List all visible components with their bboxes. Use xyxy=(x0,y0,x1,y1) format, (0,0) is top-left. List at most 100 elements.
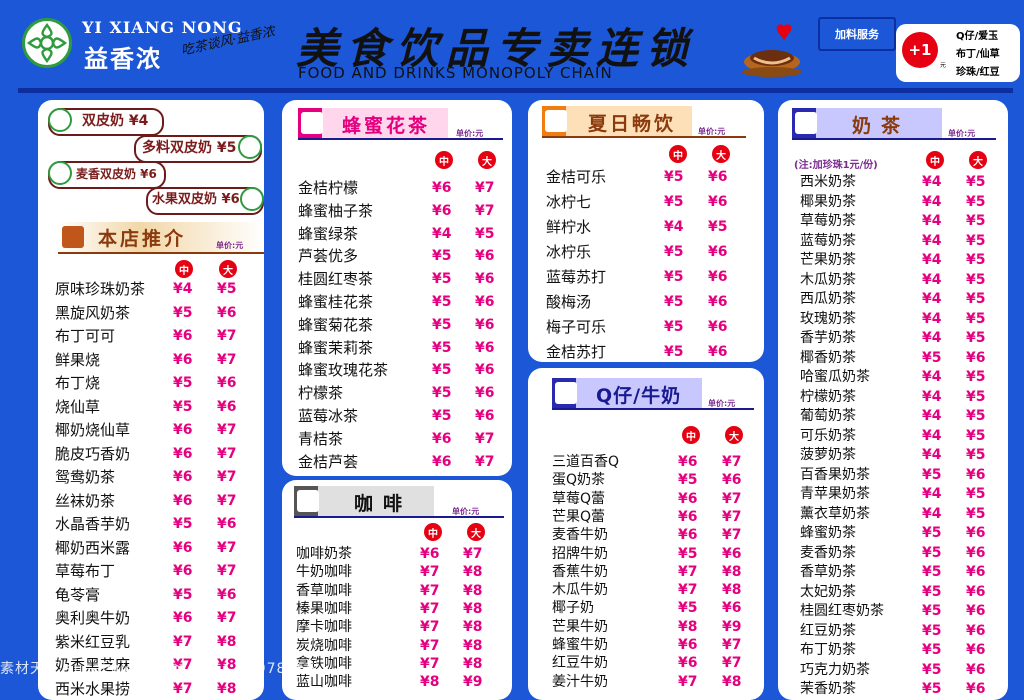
price-large: ¥7 xyxy=(722,454,742,470)
menu-item-name: 丝袜奶茶 xyxy=(55,491,116,510)
menu-item-name: 布丁可可 xyxy=(55,327,116,345)
addon-item: 布丁/仙草 xyxy=(956,49,1000,60)
unit-label: 单价:元 xyxy=(216,241,244,250)
menu-item-name: 摩卡咖啡 xyxy=(296,619,352,636)
price-mid: ¥4 xyxy=(922,213,942,229)
price-mid: ¥4 xyxy=(922,193,942,210)
price-large: ¥8 xyxy=(722,563,742,580)
price-large: ¥6 xyxy=(966,525,986,541)
shuangpi-label: 多料双皮奶 ¥5 xyxy=(142,140,237,156)
menu-item-name: 蜂蜜牛奶 xyxy=(552,637,608,653)
unit-label: 单价:元 xyxy=(948,129,976,138)
menu-item-name: 芒果牛奶 xyxy=(552,618,608,635)
price-mid: ¥5 xyxy=(432,339,452,356)
price-large: ¥7 xyxy=(217,328,237,344)
price-large: ¥5 xyxy=(217,281,237,297)
price-large: ¥8 xyxy=(463,655,483,672)
price-large: ¥6 xyxy=(475,385,495,402)
menu-item-name: 西米奶茶 xyxy=(800,174,856,190)
price-mid: ¥6 xyxy=(173,445,193,462)
menu-item-name: 草莓Q蕾 xyxy=(552,490,606,507)
size-mid-badge: 中 xyxy=(682,426,700,444)
addon-price-badge: +1 xyxy=(902,32,938,68)
menu-item-name: 紫米红豆乳 xyxy=(55,632,131,651)
price-large: ¥7 xyxy=(217,539,237,556)
price-mid: ¥5 xyxy=(922,583,942,600)
price-large: ¥7 xyxy=(722,508,742,525)
menu-item-name: 红豆奶茶 xyxy=(800,622,856,639)
price-large: ¥6 xyxy=(708,269,728,285)
shuangpi-item: 水果双皮奶 ¥6 xyxy=(146,187,264,215)
price-mid: ¥7 xyxy=(420,637,440,654)
leaf-icon xyxy=(240,187,264,211)
price-mid: ¥8 xyxy=(678,618,698,635)
price-mid: ¥5 xyxy=(664,194,684,210)
price-large: ¥6 xyxy=(708,169,728,185)
price-mid: ¥5 xyxy=(173,586,193,603)
price-large: ¥6 xyxy=(475,362,495,379)
menu-item-name: 炭烧咖啡 xyxy=(296,637,352,654)
price-large: ¥7 xyxy=(722,490,742,507)
section-header-milktea: 奶茶 单价:元 xyxy=(792,108,996,140)
price-mid: ¥5 xyxy=(922,349,942,366)
price-large: ¥6 xyxy=(966,622,986,639)
price-large: ¥7 xyxy=(217,351,237,368)
price-large: ¥6 xyxy=(966,603,986,619)
menu-item-name: 榛果咖啡 xyxy=(296,600,352,617)
price-large: ¥5 xyxy=(966,193,986,210)
price-mid: ¥7 xyxy=(678,673,698,690)
price-mid: ¥6 xyxy=(678,527,698,544)
price-mid: ¥7 xyxy=(420,600,440,617)
menu-item-name: 哈蜜瓜奶茶 xyxy=(800,369,870,385)
menu-item-name: 菠萝奶茶 xyxy=(800,447,856,463)
price-mid: ¥5 xyxy=(922,525,942,541)
menu-item-name: 金桔柠檬 xyxy=(298,179,359,197)
price-large: ¥6 xyxy=(708,244,728,260)
price-large: ¥6 xyxy=(475,339,495,356)
price-mid: ¥5 xyxy=(173,516,193,532)
price-mid: ¥6 xyxy=(420,546,440,562)
menu-item-name: 葡萄奶茶 xyxy=(800,408,856,424)
menu-item-name: 蜂蜜茉莉茶 xyxy=(298,338,374,357)
price-large: ¥6 xyxy=(217,304,237,321)
size-mid-badge: 中 xyxy=(424,523,442,541)
price-large: ¥5 xyxy=(966,505,986,522)
price-large: ¥6 xyxy=(722,545,742,562)
size-large-badge: 大 xyxy=(969,151,987,169)
price-mid: ¥5 xyxy=(922,681,942,697)
price-mid: ¥5 xyxy=(922,642,942,658)
price-large: ¥8 xyxy=(722,673,742,690)
menu-item-name: 姜汁牛奶 xyxy=(552,673,608,690)
menu-item-name: 蜂蜜玫瑰花茶 xyxy=(298,361,389,380)
price-mid: ¥8 xyxy=(420,674,440,691)
price-mid: ¥4 xyxy=(664,219,684,235)
price-mid: ¥6 xyxy=(432,453,452,470)
section-title: Q仔/牛奶 xyxy=(596,385,682,407)
size-mid-badge: 中 xyxy=(669,145,687,163)
price-large: ¥8 xyxy=(463,619,483,636)
price-large: ¥5 xyxy=(966,330,986,346)
price-large: ¥7 xyxy=(217,422,237,438)
price-large: ¥6 xyxy=(708,319,728,335)
price-large: ¥5 xyxy=(966,427,986,444)
price-large: ¥5 xyxy=(966,252,986,268)
menu-item-name: 桂圆红枣茶 xyxy=(298,270,374,289)
price-mid: ¥4 xyxy=(922,486,942,502)
price-mid: ¥4 xyxy=(922,232,942,249)
menu-item-name: 草莓布丁 xyxy=(55,562,116,580)
menu-item-name: 蜂蜜奶茶 xyxy=(800,525,856,541)
section-title: 本店推介 xyxy=(98,228,187,250)
price-mid: ¥7 xyxy=(420,655,440,672)
menu-item-name: 玫瑰奶茶 xyxy=(800,310,856,327)
price-large: ¥6 xyxy=(708,344,728,360)
size-large-badge: 大 xyxy=(467,523,485,541)
menu-item-name: 金桔芦荟 xyxy=(298,452,359,471)
menu-item-name: 烧仙草 xyxy=(55,397,101,416)
price-large: ¥8 xyxy=(463,600,483,617)
price-large: ¥8 xyxy=(463,582,483,599)
price-large: ¥7 xyxy=(722,527,742,544)
price-large: ¥5 xyxy=(966,369,986,385)
addon-service-label: 加料服务 xyxy=(818,17,896,51)
price-mid: ¥4 xyxy=(922,330,942,346)
menu-item-name: 原味珍珠奶茶 xyxy=(55,280,146,298)
